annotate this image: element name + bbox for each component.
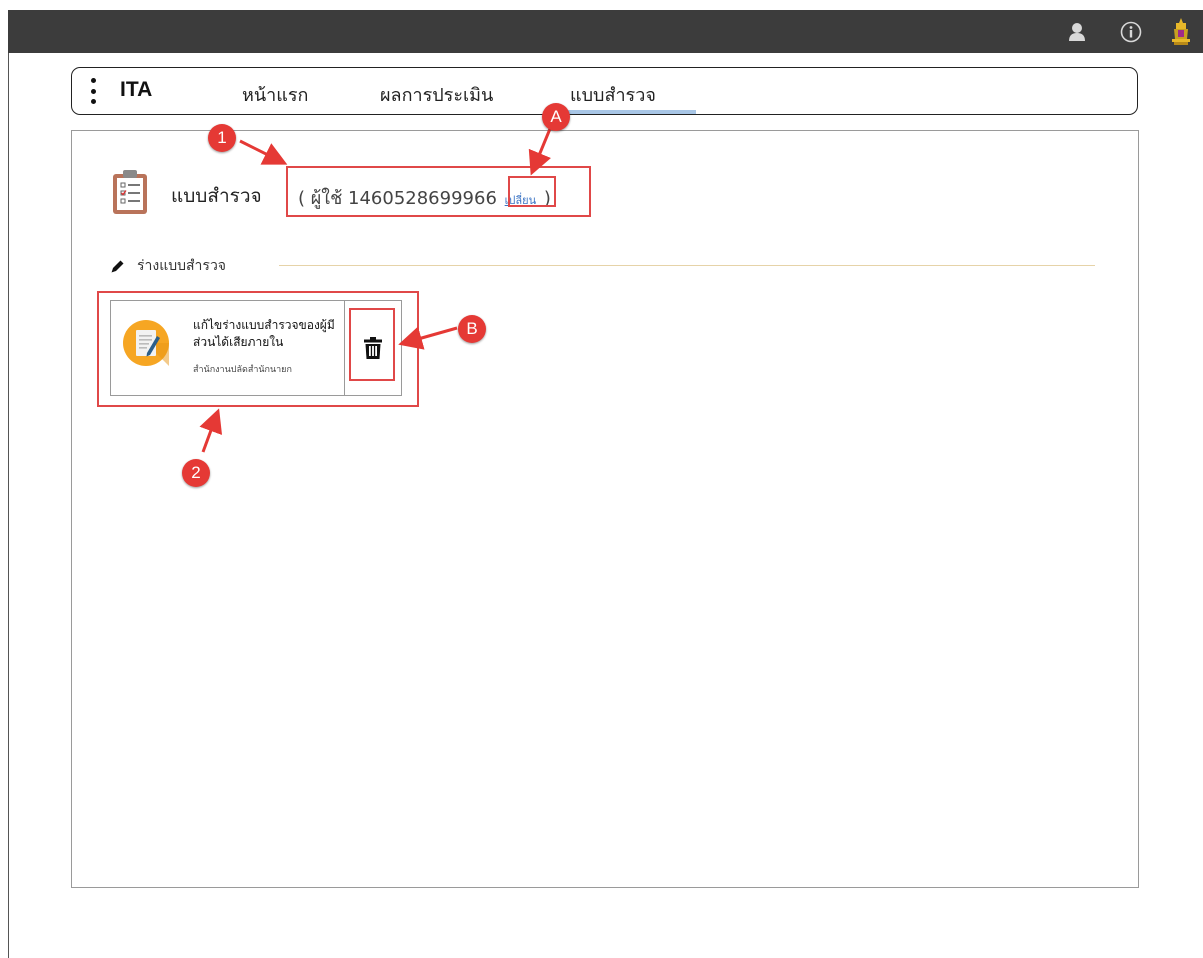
- content-panel: [71, 130, 1139, 888]
- draft-card-subtitle: สำนักงานปลัดสำนักนายก: [193, 365, 292, 375]
- draft-survey-card[interactable]: แก้ไขร่างแบบสำรวจของผู้มีส่วนได้เสียภายใ…: [110, 300, 345, 396]
- left-border: [8, 10, 9, 958]
- user-prefix: ( ผู้ใช้ 1460528699966: [298, 188, 497, 209]
- brand-title[interactable]: ITA: [120, 78, 152, 102]
- trash-icon: [364, 337, 382, 359]
- main-nav: ITA หน้าแรก ผลการประเมิน แบบสำรวจ: [71, 67, 1138, 115]
- annotation-badge-2: 2: [182, 459, 210, 487]
- user-suffix: ): [543, 188, 551, 209]
- delete-draft-button[interactable]: [345, 300, 402, 396]
- crest-logo-icon: [1169, 17, 1193, 47]
- pencil-icon: [111, 260, 124, 272]
- draft-card-title: แก้ไขร่างแบบสำรวจของผู้มีส่วนได้เสียภายใ…: [193, 318, 335, 349]
- clipboard-checklist-icon: [110, 168, 150, 216]
- tab-home[interactable]: หน้าแรก: [242, 80, 308, 109]
- annotation-badge-a: A: [542, 103, 570, 131]
- section-divider: [279, 265, 1095, 266]
- annotation-badge-1: 1: [208, 124, 236, 152]
- document-edit-icon: [123, 320, 169, 366]
- menu-icon[interactable]: [88, 78, 98, 104]
- top-bar: [8, 10, 1203, 53]
- tab-survey[interactable]: แบบสำรวจ: [570, 80, 656, 109]
- page-title: แบบสำรวจ: [171, 185, 262, 207]
- draft-section-header: ร่างแบบสำรวจ: [110, 255, 226, 277]
- active-tab-indicator: [559, 110, 696, 114]
- user-icon[interactable]: [1065, 20, 1089, 44]
- annotation-badge-b: B: [458, 315, 486, 343]
- change-user-link[interactable]: เปลี่ยน: [505, 194, 536, 207]
- tab-results[interactable]: ผลการประเมิน: [380, 80, 493, 109]
- section-title: ร่างแบบสำรวจ: [137, 258, 227, 274]
- info-icon[interactable]: [1119, 20, 1143, 44]
- current-user: ( ผู้ใช้ 1460528699966 เปลี่ยน ): [298, 183, 551, 212]
